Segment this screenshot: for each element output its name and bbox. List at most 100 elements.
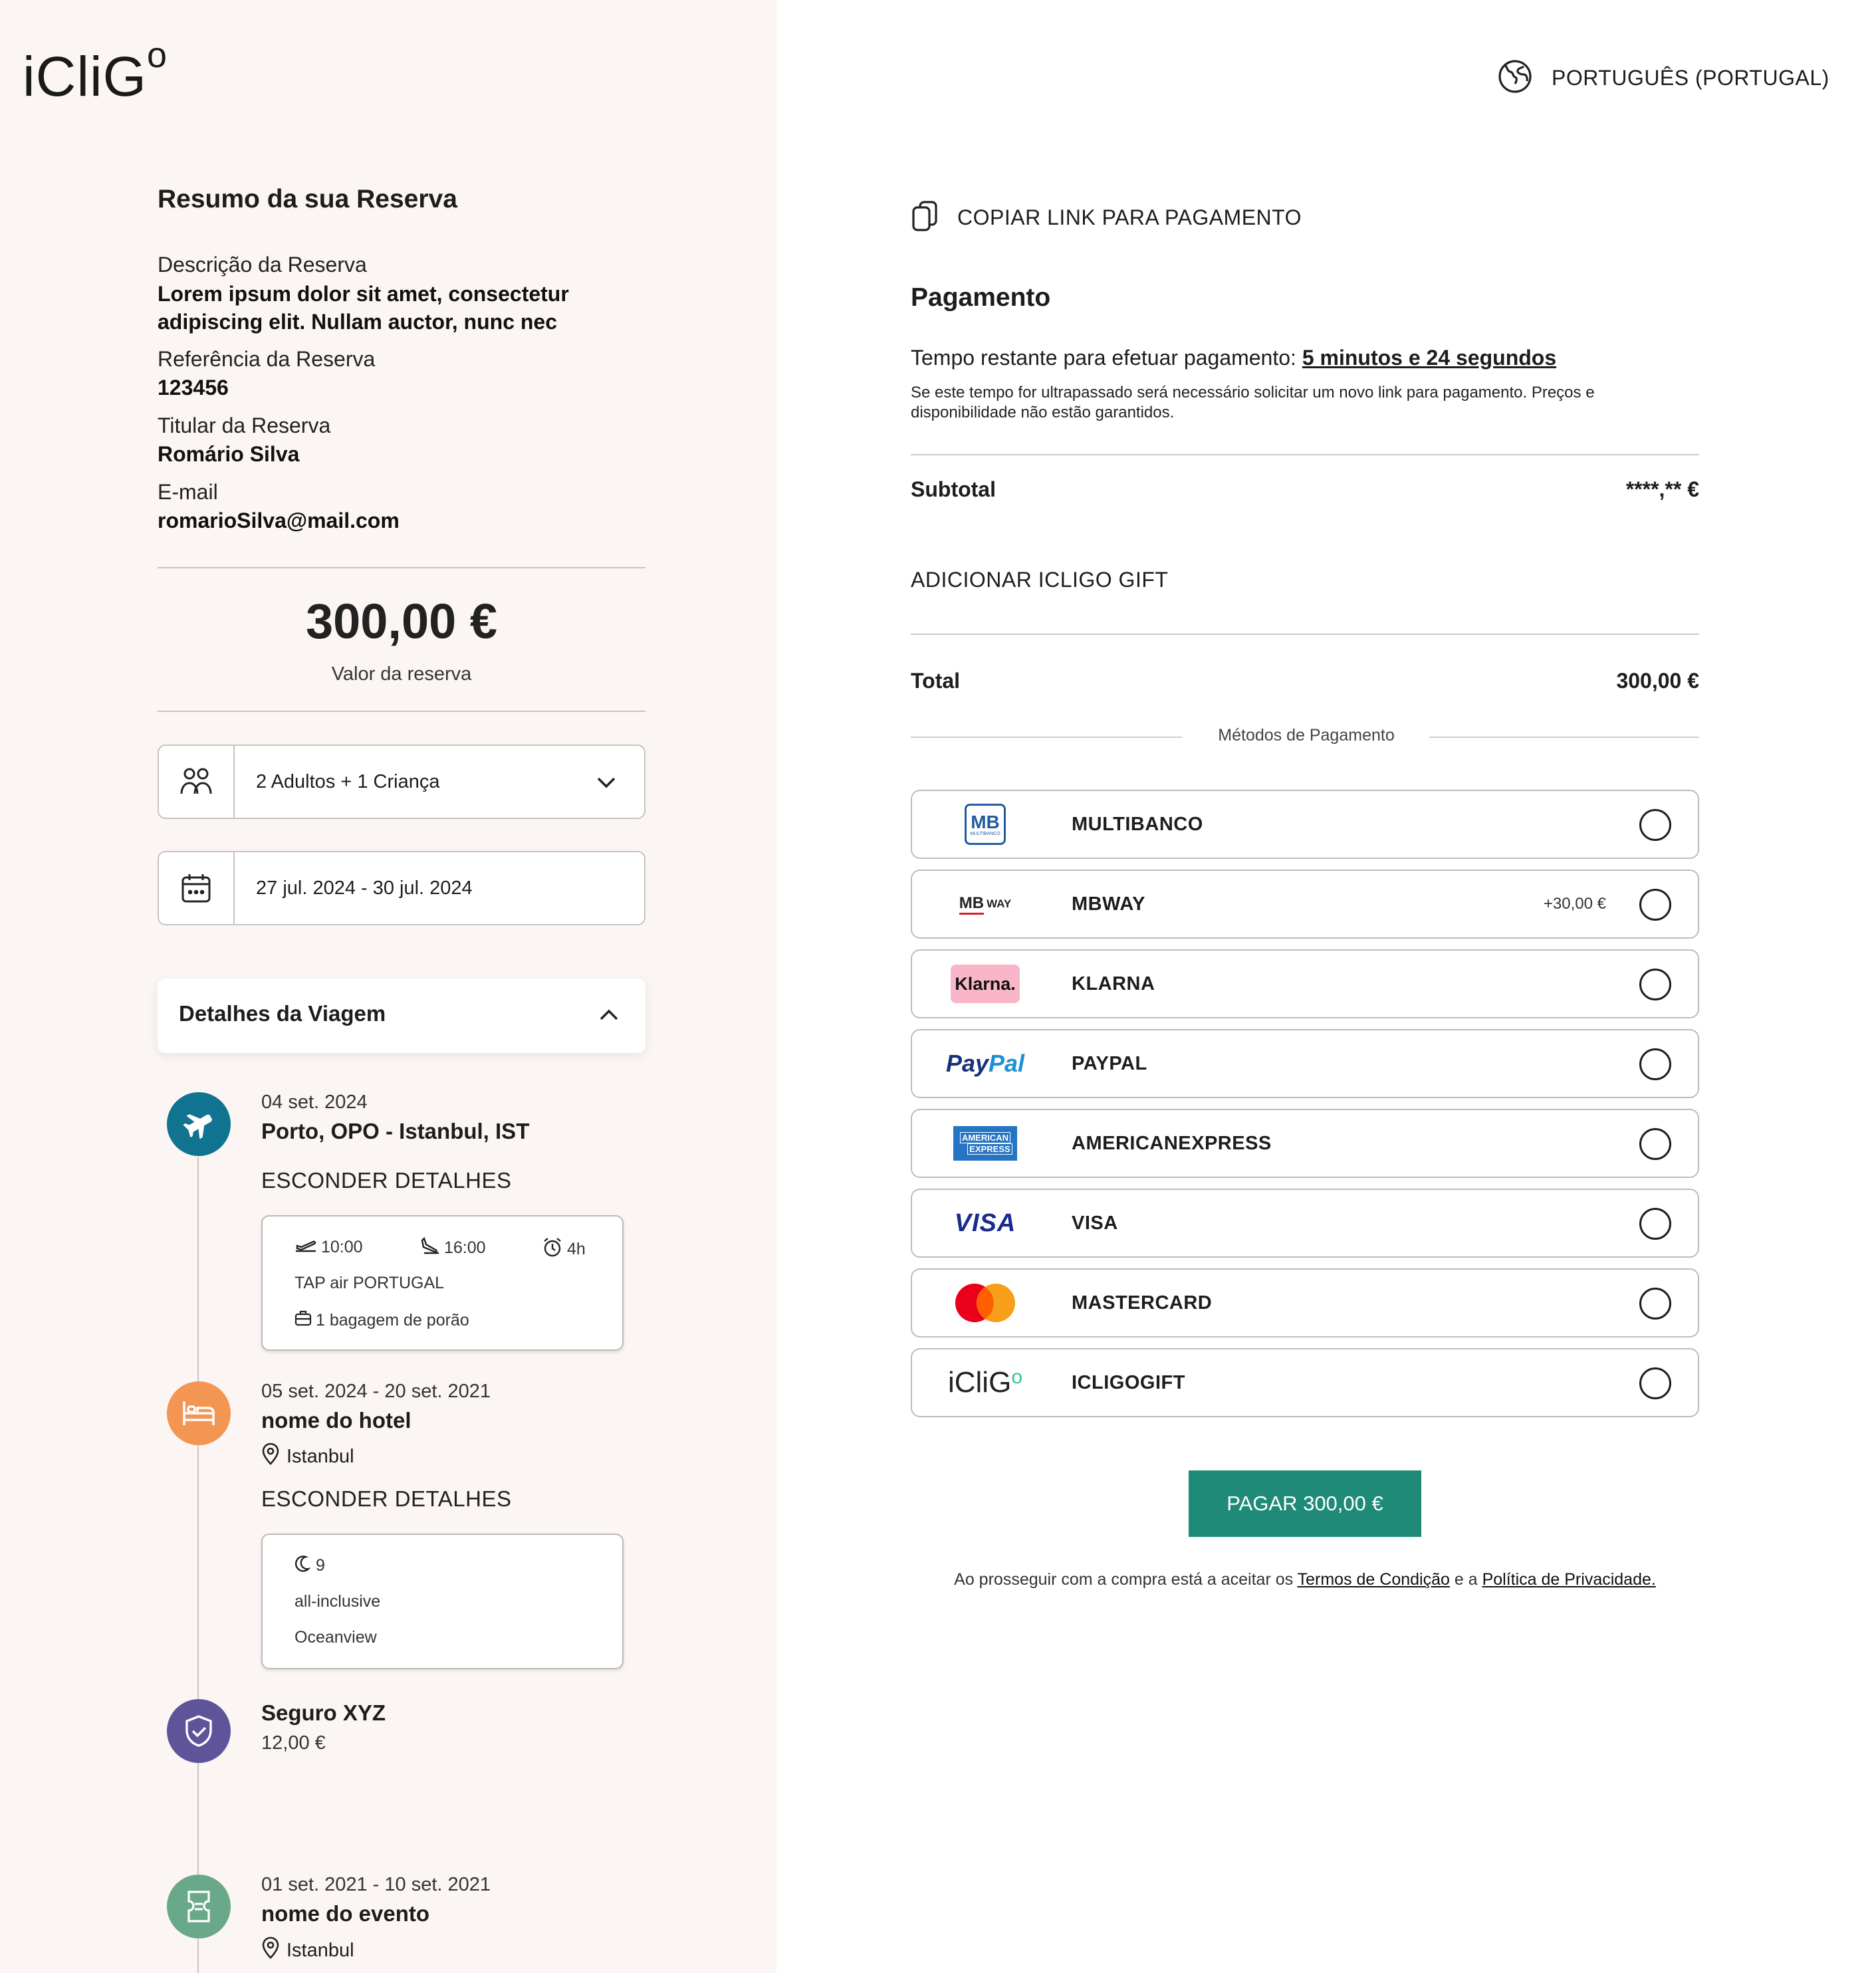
divider (911, 454, 1699, 455)
radio-button[interactable] (1639, 1128, 1671, 1160)
language-label: PORTUGUÊS (PORTUGAL) (1552, 66, 1829, 90)
terms-link[interactable]: Termos de Condição (1298, 1570, 1450, 1589)
dates-select[interactable]: 27 jul. 2024 - 30 jul. 2024 (158, 851, 645, 925)
radio-button[interactable] (1639, 809, 1671, 841)
insurance-icon (167, 1699, 231, 1763)
landing-icon (420, 1236, 440, 1260)
pay-button[interactable]: PAGAR 300,00 € (1189, 1470, 1421, 1537)
divider (911, 634, 1699, 635)
payment-methods-label: Métodos de Pagamento (1218, 726, 1395, 745)
payment-method-multibanco[interactable]: MB MULTIBANCO MULTIBANCO (911, 790, 1699, 859)
copy-link-label: COPIAR LINK PARA PAGAMENTO (957, 205, 1302, 229)
hotel-nights: 9 (294, 1555, 325, 1577)
luggage-icon (294, 1310, 312, 1332)
people-icon (159, 746, 235, 818)
flight-route: Porto, OPO - Istanbul, IST (261, 1119, 530, 1143)
hotel-dates: 05 set. 2024 - 20 set. 2021 (261, 1381, 491, 1402)
description-value: Lorem ipsum dolor sit amet, consectetur … (158, 282, 569, 334)
ticket-icon (167, 1875, 231, 1938)
divider (158, 567, 645, 568)
flight-baggage: 1 bagagem de porão (294, 1310, 469, 1332)
mbway-fee: +30,00 € (1543, 895, 1606, 913)
radio-button[interactable] (1639, 1288, 1671, 1320)
flight-airline: TAP air PORTUGAL (294, 1274, 445, 1292)
moon-icon (294, 1555, 311, 1577)
subtotal-value: ****,** € (1625, 477, 1699, 501)
travelers-value: 2 Adultos + 1 Criança (256, 770, 440, 792)
mbway-logo: MB WAY (939, 880, 1032, 928)
trip-details-title: Detalhes da Viagem (179, 1001, 386, 1026)
klarna-logo: Klarna. (939, 960, 1032, 1008)
hotel-hide-details-link[interactable]: ESCONDER DETALHES (261, 1486, 511, 1512)
divider (911, 737, 1182, 738)
booking-amount-label: Valor da reserva (331, 663, 472, 685)
map-pin-icon (261, 1443, 280, 1470)
subtotal-label: Subtotal (911, 477, 996, 501)
payment-method-americanexpress[interactable]: AMERICAN EXPRESS AMERICANEXPRESS (911, 1109, 1699, 1178)
total-label: Total (911, 669, 961, 693)
payment-method-klarna[interactable]: Klarna. KLARNA (911, 949, 1699, 1018)
reference-label: Referência da Reserva (158, 347, 376, 371)
timeline-line (197, 1157, 199, 1973)
multibanco-logo: MB MULTIBANCO (939, 800, 1032, 848)
divider (158, 711, 645, 712)
paypal-logo: Pay Pal (945, 1050, 1025, 1077)
privacy-link[interactable]: Política de Privacidade. (1482, 1570, 1656, 1589)
hotel-details-card: 9 all-inclusive Oceanview (261, 1534, 624, 1669)
booking-amount: 300,00 € (305, 594, 498, 649)
email-value: romarioSilva@mail.com (158, 509, 400, 532)
payment-method-icligogift[interactable]: iCliG o ICLIGOGIFT (911, 1348, 1699, 1417)
payment-method-mastercard[interactable]: MASTERCARD (911, 1268, 1699, 1337)
copy-icon (911, 199, 940, 236)
copy-payment-link-button[interactable]: COPIAR LINK PARA PAGAMENTO (911, 199, 1302, 236)
flight-hide-details-link[interactable]: ESCONDER DETALHES (261, 1168, 511, 1193)
event-name: nome do evento (261, 1901, 430, 1926)
alarm-clock-icon (542, 1236, 563, 1262)
calendar-icon (159, 852, 235, 924)
divider (1429, 737, 1699, 738)
radio-button[interactable] (1639, 1048, 1671, 1080)
hotel-room: Oceanview (294, 1628, 377, 1647)
payment-method-visa[interactable]: VISA VISA (911, 1189, 1699, 1258)
holder-label: Titular da Reserva (158, 413, 331, 437)
icligo-logo[interactable]: iCliGo (23, 35, 168, 109)
add-iclig-gift-link[interactable]: ADICIONAR ICLIGO GIFT (911, 568, 1168, 592)
event-dates: 01 set. 2021 - 10 set. 2021 (261, 1874, 491, 1895)
reference-value: 123456 (158, 376, 229, 400)
booking-summary-panel: iCliGo Resumo da sua Reserva Descrição d… (0, 0, 776, 1973)
holder-value: Romário Silva (158, 442, 300, 466)
amex-logo: AMERICAN EXPRESS (939, 1119, 1032, 1167)
payment-title: Pagamento (911, 283, 1051, 312)
description-label: Descrição da Reserva (158, 253, 367, 277)
email-label: E-mail (158, 480, 218, 504)
visa-logo: VISA (954, 1209, 1016, 1237)
hotel-board: all-inclusive (294, 1592, 381, 1611)
globe-icon (1497, 58, 1533, 98)
payment-method-mbway[interactable]: MB WAY MBWAY +30,00 € (911, 870, 1699, 939)
event-location: Istanbul (261, 1936, 354, 1964)
chevron-up-icon (598, 1004, 620, 1030)
map-pin-icon (261, 1936, 280, 1964)
flight-arrival: 16:00 (420, 1236, 486, 1260)
radio-button[interactable] (1639, 889, 1671, 921)
total-value: 300,00 € (1616, 669, 1699, 693)
travelers-select[interactable]: 2 Adultos + 1 Criança (158, 745, 645, 819)
takeoff-icon (294, 1236, 317, 1258)
flight-departure: 10:00 (294, 1236, 363, 1258)
payment-timer-value: 5 minutos e 24 segundos (1302, 346, 1557, 370)
mastercard-icon (939, 1279, 1032, 1327)
radio-button[interactable] (1639, 1208, 1671, 1240)
radio-button[interactable] (1639, 969, 1671, 1000)
flight-icon (167, 1092, 231, 1156)
terms-notice: Ao prosseguir com a compra está a aceita… (954, 1570, 1656, 1589)
payment-timer: Tempo restante para efetuar pagamento: 5… (911, 346, 1557, 370)
flight-duration: 4h (542, 1236, 586, 1262)
hotel-icon (167, 1381, 231, 1445)
radio-button[interactable] (1639, 1367, 1671, 1399)
iclig-gift-logo: iCliG o (947, 1366, 1022, 1399)
language-selector[interactable]: PORTUGUÊS (PORTUGAL) (1497, 58, 1829, 98)
payment-method-paypal[interactable]: Pay Pal PAYPAL (911, 1029, 1699, 1098)
trip-details-toggle[interactable]: Detalhes da Viagem (158, 979, 645, 1053)
hotel-location: Istanbul (261, 1443, 354, 1470)
summary-title: Resumo da sua Reserva (158, 185, 457, 213)
